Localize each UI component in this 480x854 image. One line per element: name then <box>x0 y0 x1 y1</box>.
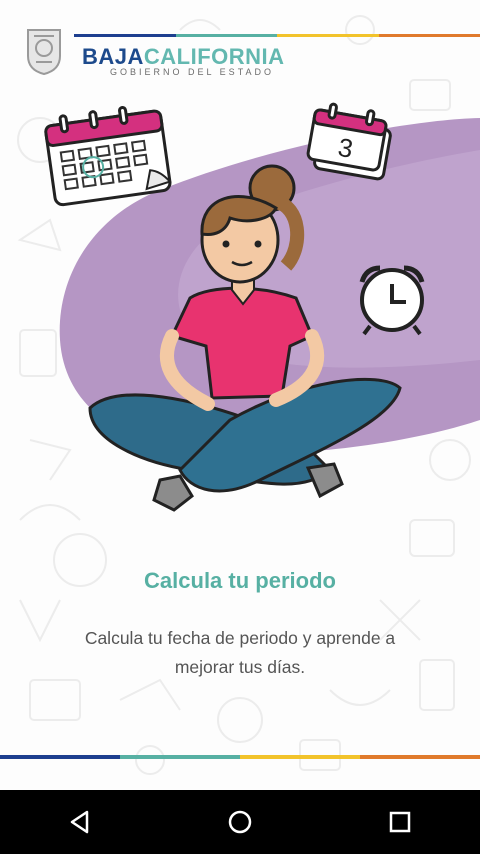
system-navigation-bar <box>0 790 480 854</box>
day-calendar-icon: 3 <box>306 102 392 181</box>
alarm-clock-icon <box>359 265 425 336</box>
recents-square-icon <box>389 811 411 833</box>
page-title: Calcula tu periodo <box>144 568 336 593</box>
calendar-icon <box>44 106 172 207</box>
footer-color-stripe <box>0 755 480 759</box>
nav-back-button[interactable] <box>48 790 112 854</box>
onboarding-screen: BAJACALIFORNIA GOBIERNO DEL ESTADO 3 Cal… <box>0 0 480 790</box>
home-circle-icon <box>228 810 252 834</box>
brand-name-part1: BAJA <box>82 44 144 69</box>
nav-recents-button[interactable] <box>368 790 432 854</box>
header: BAJACALIFORNIA GOBIERNO DEL ESTADO <box>0 0 480 90</box>
page-description: Calcula tu fecha de periodo y aprende a … <box>84 628 396 677</box>
period-illustration: 3 <box>44 102 480 512</box>
state-seal-icon <box>27 29 61 76</box>
brand-subtitle: GOBIERNO DEL ESTADO <box>110 67 275 77</box>
brand-name-part2: CALIFORNIA <box>143 44 285 69</box>
header-color-stripe <box>74 34 480 37</box>
back-triangle-icon <box>70 810 89 834</box>
nav-home-button[interactable] <box>208 790 272 854</box>
